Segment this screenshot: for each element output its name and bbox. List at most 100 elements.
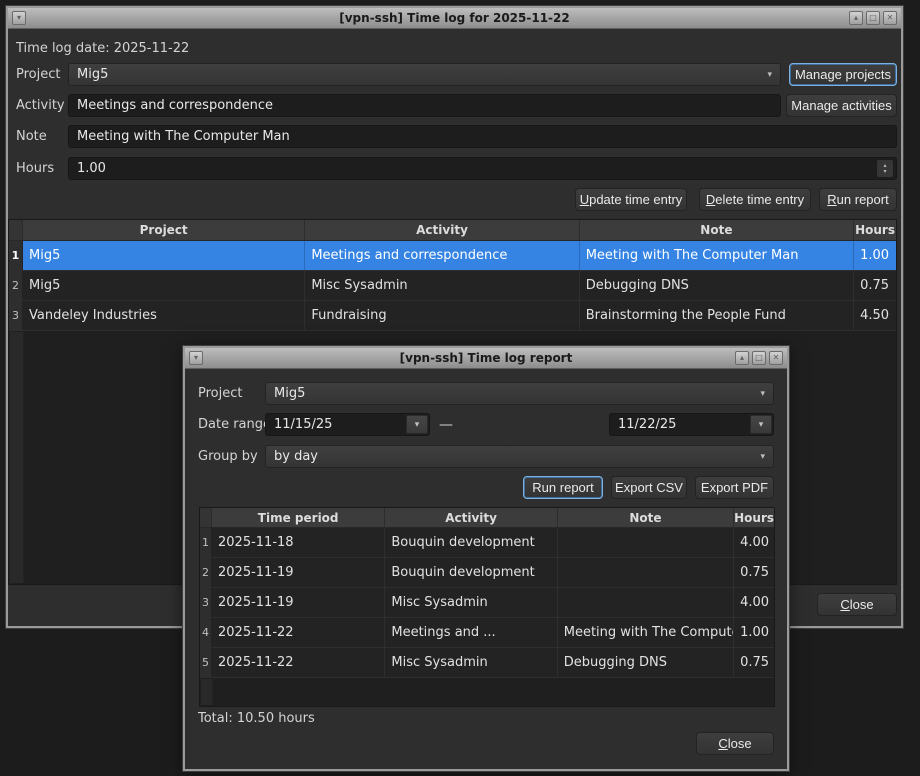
spinner-arrows-icon[interactable]: ▴ ▾	[877, 160, 893, 177]
chevron-down-icon: ▾	[760, 389, 765, 399]
cell-note: Brainstorming the People Fund	[580, 301, 854, 330]
project-combobox[interactable]: Mig5 ▾	[68, 63, 781, 86]
group-by-combobox[interactable]: by day ▾	[265, 445, 774, 468]
calendar-dropdown-icon[interactable]: ▾	[406, 415, 428, 434]
table-row[interactable]: 1 2025-11-18 Bouquin development 4.00	[200, 528, 774, 558]
hours-label: Hours	[16, 157, 54, 180]
column-header[interactable]: Project	[23, 220, 305, 240]
date-to-picker[interactable]: 11/22/25 ▾	[609, 413, 774, 436]
table-row[interactable]: 3 Vandeley Industries Fundraising Brains…	[9, 301, 896, 331]
time-log-date-label: Time log date: 2025-11-22	[16, 37, 189, 60]
date-range-label: Date range	[198, 413, 271, 436]
hours-spinbox[interactable]: 1.00 ▴ ▾	[68, 157, 897, 180]
table-row[interactable]: 5 2025-11-22 Misc Sysadmin Debugging DNS…	[200, 648, 774, 678]
cell-period: 2025-11-19	[212, 558, 385, 587]
table-row[interactable]: 1 Mig5 Meetings and correspondence Meeti…	[9, 241, 896, 271]
date-to-value: 11/22/25	[618, 417, 676, 432]
dialog-run-report-button[interactable]: Run report	[523, 476, 603, 499]
cell-hours: 1.00	[734, 618, 774, 647]
cell-hours: 4.00	[734, 528, 774, 557]
report-project-combobox[interactable]: Mig5 ▾	[265, 382, 774, 405]
hours-spinbox-value: 1.00	[77, 161, 106, 176]
chevron-down-icon: ▾	[760, 452, 765, 462]
cell-hours: 1.00	[854, 241, 896, 270]
cell-period: 2025-11-22	[212, 618, 385, 647]
date-from-picker[interactable]: 11/15/25 ▾	[265, 413, 430, 436]
table-corner	[200, 508, 212, 527]
cell-hours: 4.00	[734, 588, 774, 617]
maximize-icon[interactable]: □	[752, 351, 766, 365]
row-number: 2	[200, 558, 212, 587]
export-pdf-button[interactable]: Export PDF	[695, 476, 774, 499]
row-number: 3	[9, 301, 23, 330]
date-from-value: 11/15/25	[274, 417, 332, 432]
column-header[interactable]: Activity	[385, 508, 557, 527]
table-header: Time period Activity Note Hours	[200, 508, 774, 528]
maximize-icon[interactable]: □	[866, 11, 880, 25]
shade-icon[interactable]: ▴	[849, 11, 863, 25]
calendar-dropdown-icon[interactable]: ▾	[750, 415, 772, 434]
row-header-gutter	[10, 332, 24, 583]
cell-hours: 0.75	[734, 648, 774, 677]
update-time-entry-button[interactable]: Update time entry	[575, 188, 687, 211]
cell-project: Mig5	[23, 271, 305, 300]
main-titlebar[interactable]: ▾ [vpn-ssh] Time log for 2025-11-22 ▴ □ …	[8, 8, 901, 29]
cell-note	[558, 558, 734, 587]
table-row[interactable]: 4 2025-11-22 Meetings and ... Meeting wi…	[200, 618, 774, 648]
main-close-button[interactable]: Close	[817, 593, 897, 616]
window-menu-icon[interactable]: ▾	[189, 351, 203, 365]
row-number: 1	[9, 241, 23, 270]
dialog-titlebar[interactable]: ▾ [vpn-ssh] Time log report ▴ □ ✕	[185, 348, 787, 369]
cell-note: Meeting with The Computer...	[558, 618, 734, 647]
column-header[interactable]: Time period	[212, 508, 385, 527]
column-header[interactable]: Activity	[305, 220, 579, 240]
column-header[interactable]: Note	[580, 220, 854, 240]
table-row[interactable]: 3 2025-11-19 Misc Sysadmin 4.00	[200, 588, 774, 618]
chevron-down-icon: ▾	[767, 70, 772, 80]
activity-input[interactable]: Meetings and correspondence	[68, 94, 781, 117]
cell-activity: Bouquin development	[385, 528, 557, 557]
main-window-title: [vpn-ssh] Time log for 2025-11-22	[8, 11, 901, 25]
cell-note: Meeting with The Computer Man	[580, 241, 854, 270]
run-report-button[interactable]: Run report	[819, 188, 897, 211]
cell-activity: Fundraising	[305, 301, 579, 330]
report-dialog: ▾ [vpn-ssh] Time log report ▴ □ ✕ Projec…	[183, 346, 789, 771]
column-header[interactable]: Note	[558, 508, 734, 527]
manage-activities-button[interactable]: Manage activities	[786, 94, 897, 117]
cell-note	[558, 588, 734, 617]
row-header-gutter	[201, 679, 213, 705]
report-project-label: Project	[198, 382, 242, 405]
row-number: 5	[200, 648, 212, 677]
cell-activity: Misc Sysadmin	[305, 271, 579, 300]
report-table: Time period Activity Note Hours 1 2025-1…	[199, 507, 775, 707]
close-icon[interactable]: ✕	[883, 11, 897, 25]
close-icon[interactable]: ✕	[769, 351, 783, 365]
delete-time-entry-button[interactable]: Delete time entry	[699, 188, 811, 211]
group-by-value: by day	[274, 449, 318, 464]
manage-projects-button[interactable]: Manage projects	[789, 63, 897, 86]
window-menu-icon[interactable]: ▾	[12, 11, 26, 25]
cell-project: Mig5	[23, 241, 305, 270]
spin-down-icon[interactable]: ▾	[883, 169, 886, 175]
note-label: Note	[16, 125, 47, 148]
project-label: Project	[16, 63, 60, 86]
cell-period: 2025-11-22	[212, 648, 385, 677]
dialog-title: [vpn-ssh] Time log report	[185, 351, 787, 365]
table-row[interactable]: 2 Mig5 Misc Sysadmin Debugging DNS 0.75	[9, 271, 896, 301]
note-input[interactable]: Meeting with The Computer Man	[68, 125, 897, 148]
table-row[interactable]: 2 2025-11-19 Bouquin development 0.75	[200, 558, 774, 588]
export-csv-button[interactable]: Export CSV	[611, 476, 687, 499]
group-by-label: Group by	[198, 445, 258, 468]
column-header[interactable]: Hours	[854, 220, 896, 240]
column-header[interactable]: Hours	[734, 508, 774, 527]
row-number: 1	[200, 528, 212, 557]
row-number: 3	[200, 588, 212, 617]
table-header: Project Activity Note Hours	[9, 220, 896, 241]
report-project-value: Mig5	[274, 386, 305, 401]
cell-activity: Meetings and ...	[385, 618, 557, 647]
shade-icon[interactable]: ▴	[735, 351, 749, 365]
cell-activity: Misc Sysadmin	[385, 648, 557, 677]
row-number: 2	[9, 271, 23, 300]
dialog-close-button[interactable]: Close	[696, 732, 774, 755]
activity-label: Activity	[16, 94, 65, 117]
